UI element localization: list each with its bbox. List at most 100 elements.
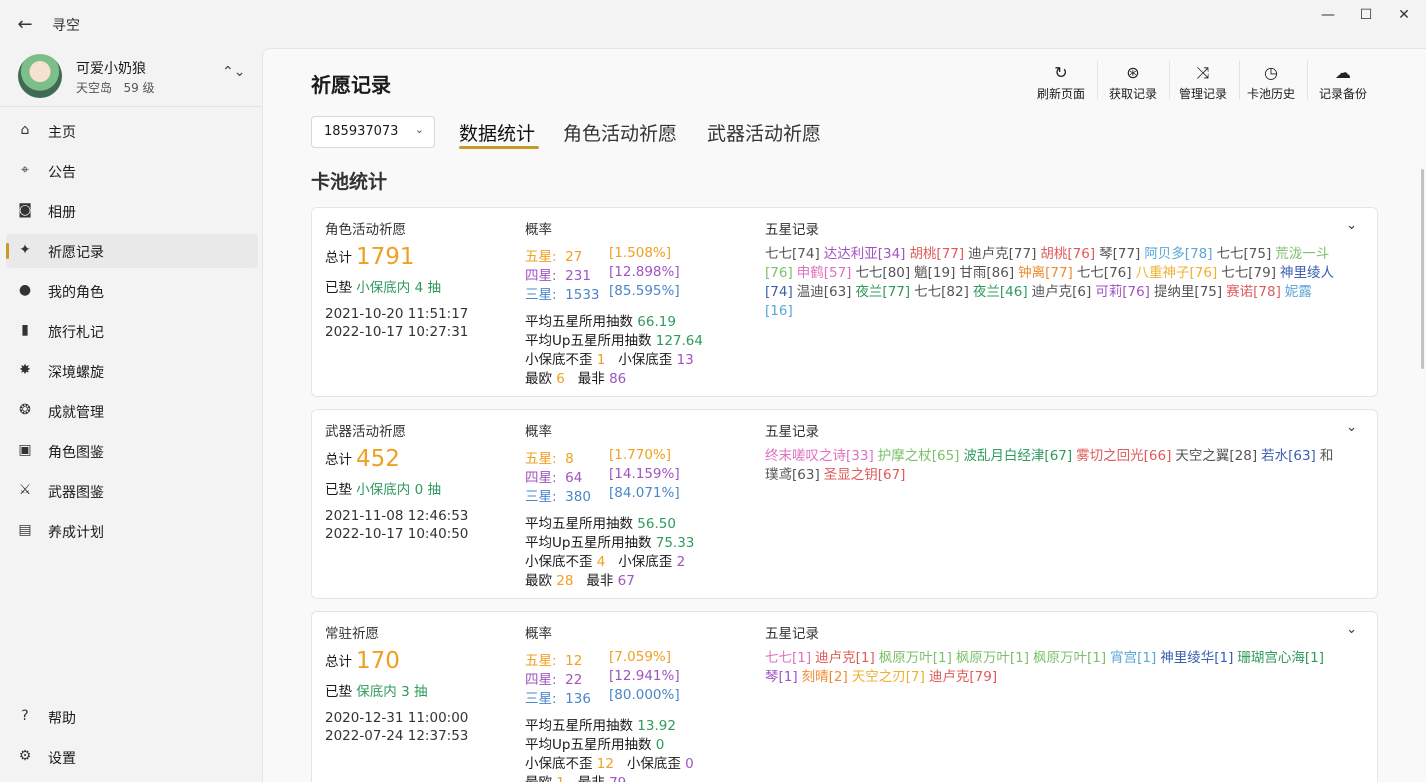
small-lost-label: 小保底歪 <box>626 756 681 772</box>
home-icon: ⌂ <box>20 122 30 138</box>
uid-select[interactable]: 185937073 ⌄ <box>311 116 435 148</box>
close-button[interactable]: ✕ <box>1384 4 1424 26</box>
fetch-icon: ⊛ <box>1126 63 1140 82</box>
time-start: 2021-10-20 11:51:17 <box>325 306 469 322</box>
camera-icon: ◙ <box>18 202 32 218</box>
avg-five-label: 平均五星所用抽数 <box>525 718 633 734</box>
sidebar-item-cultivation-plan[interactable]: ▤ 养成计划 <box>6 514 258 548</box>
toolbar-divider <box>1169 61 1170 99</box>
five-star-record: 提纳里[75] <box>1153 284 1223 300</box>
sword-icon: ⚔ <box>18 482 32 498</box>
fetch-records-button[interactable]: ⊛ 获取记录 <box>1105 63 1161 107</box>
five-star-record: 胡桃[77] <box>909 246 965 262</box>
pool-card: 常驻祈愿 总计 170 已垫 保底内 3 抽 2020-12-31 11:00:00 20… <box>311 611 1378 782</box>
sidebar-item-label: 设置 <box>48 751 76 767</box>
three-star-rate: 三星: 136 [80.000%] <box>525 687 680 707</box>
five-star-record: 七七[1] <box>765 650 812 666</box>
title-bar: ← 寻空 — ☐ ✕ <box>0 0 1426 48</box>
sidebar-item-spiral-abyss[interactable]: ✸ 深境螺旋 <box>6 354 258 388</box>
small-lost-label: 小保底歪 <box>618 352 673 368</box>
pool-name: 角色活动祈愿 <box>325 222 406 238</box>
pool-pity: 已垫 小保底内 4 抽 <box>325 276 441 296</box>
five-star-pct: [1.770%] <box>609 447 672 463</box>
four-star-pct: [14.159%] <box>609 466 680 482</box>
total-count: 170 <box>356 648 400 674</box>
small-lost-value: 13 <box>676 352 694 368</box>
five-star-record: 琴[77] <box>1099 246 1141 262</box>
chevron-down-icon[interactable]: ⌄ <box>1346 420 1357 435</box>
sidebar-item-travel-notes[interactable]: ▮ 旅行札记 <box>6 314 258 348</box>
sidebar-item-album[interactable]: ◙ 相册 <box>6 194 258 228</box>
avg-five-row: 平均五星所用抽数 13.92 <box>525 714 676 734</box>
list-icon: ▤ <box>18 522 32 538</box>
sidebar-item-label: 相册 <box>48 205 76 221</box>
pool-name: 常驻祈愿 <box>325 626 379 642</box>
sidebar-item-home[interactable]: ⌂ 主页 <box>6 114 258 148</box>
pool-total: 总计 170 <box>325 648 400 674</box>
chevron-down-icon[interactable]: ⌄ <box>1346 622 1357 637</box>
sidebar-item-character-wiki[interactable]: ▣ 角色图鉴 <box>6 434 258 468</box>
toolbar-label: 卡池历史 <box>1246 87 1295 101</box>
gear-icon: ⚙ <box>18 748 32 764</box>
tab-character-wish[interactable]: 角色活动祈愿 <box>563 119 677 146</box>
five-star-record: 枫原万叶[1] <box>1033 650 1107 666</box>
five-star-record: 七七[80] <box>855 265 911 281</box>
sidebar-item-announcement[interactable]: ⌖ 公告 <box>6 154 258 188</box>
four-star-rate: 四星: 231 [12.898%] <box>525 264 680 284</box>
best-value: 1 <box>556 775 565 782</box>
back-arrow-icon[interactable]: ← <box>12 12 38 38</box>
tab-weapon-wish[interactable]: 武器活动祈愿 <box>707 119 821 146</box>
avatar <box>18 54 62 98</box>
four-star-pct: [12.941%] <box>609 668 680 684</box>
sidebar-item-my-characters[interactable]: ● 我的角色 <box>6 274 258 308</box>
sidebar-item-weapon-wiki[interactable]: ⚔ 武器图鉴 <box>6 474 258 508</box>
user-level: 59 级 <box>123 81 155 95</box>
manage-records-button[interactable]: ⤨ 管理记录 <box>1175 63 1231 107</box>
toolbar-divider <box>1239 61 1240 99</box>
pity-label: 已垫 <box>325 482 352 498</box>
sidebar-item-settings[interactable]: ⚙ 设置 <box>6 740 258 774</box>
rate-heading: 概率 <box>525 222 552 238</box>
sidebar-item-achievements[interactable]: ❂ 成就管理 <box>6 394 258 428</box>
page-title: 祈愿记录 <box>311 73 391 97</box>
small-ok-value: 1 <box>596 352 606 368</box>
sidebar-item-wish-record[interactable]: ✦ 祈愿记录 <box>6 234 258 268</box>
five-star-records: 七七[1] 迪卢克[1] 枫原万叶[1] 枫原万叶[1] 枫原万叶[1] 宵宫[1] 神里绫… <box>765 649 1335 687</box>
three-star-rate: 三星: 1533 [85.595%] <box>525 283 680 303</box>
four-star-label: 四星: <box>525 470 557 486</box>
expand-collapse-icon[interactable]: ⌃⌄ <box>222 64 245 80</box>
pity-value: 小保底内 0 抽 <box>356 482 441 498</box>
pool-pity: 已垫 小保底内 0 抽 <box>325 478 441 498</box>
total-count: 1791 <box>356 244 415 270</box>
avg-up-value: 0 <box>655 737 665 753</box>
three-star-pct: [80.000%] <box>609 687 680 703</box>
sparkle-icon: ✦ <box>19 242 31 258</box>
chevron-down-icon[interactable]: ⌄ <box>1346 218 1357 233</box>
tab-statistics[interactable]: 数据统计 <box>459 119 535 146</box>
tab-underline <box>459 146 539 149</box>
sidebar-item-help[interactable]: ? 帮助 <box>6 700 258 734</box>
maximize-button[interactable]: ☐ <box>1346 4 1386 26</box>
user-card[interactable]: 可爱小奶狼 天空岛 59 级 ⌃⌄ <box>8 50 258 102</box>
five-star-record: 胡桃[76] <box>1040 246 1096 262</box>
five-star-record: 赛诺[78] <box>1226 284 1281 300</box>
minimize-button[interactable]: — <box>1308 4 1348 26</box>
toolbar-divider <box>1307 61 1308 99</box>
worst-label: 最非 <box>586 573 614 589</box>
small-lost-value: 0 <box>685 756 694 772</box>
pool-history-button[interactable]: ◷ 卡池历史 <box>1243 63 1299 107</box>
refresh-button[interactable]: ↻ 刷新页面 <box>1033 63 1089 107</box>
avg-up-value: 75.33 <box>655 535 695 551</box>
five-star-record: 夜兰[46] <box>972 284 1028 300</box>
pity-value: 保底内 3 抽 <box>356 684 428 700</box>
avg-up-label: 平均Up五星所用抽数 <box>525 737 652 753</box>
five-star-record: 琴[1] <box>765 669 798 685</box>
four-star-count: 231 <box>565 268 591 284</box>
backup-records-button[interactable]: ☁ 记录备份 <box>1315 63 1371 107</box>
toolbar-label: 获取记录 <box>1108 87 1157 101</box>
sidebar-item-label: 武器图鉴 <box>48 485 104 501</box>
scrollbar[interactable] <box>1421 169 1424 369</box>
total-label: 总计 <box>325 250 352 266</box>
character-card-icon: ▣ <box>18 442 32 458</box>
five-star-record: 七七[79] <box>1221 265 1276 281</box>
